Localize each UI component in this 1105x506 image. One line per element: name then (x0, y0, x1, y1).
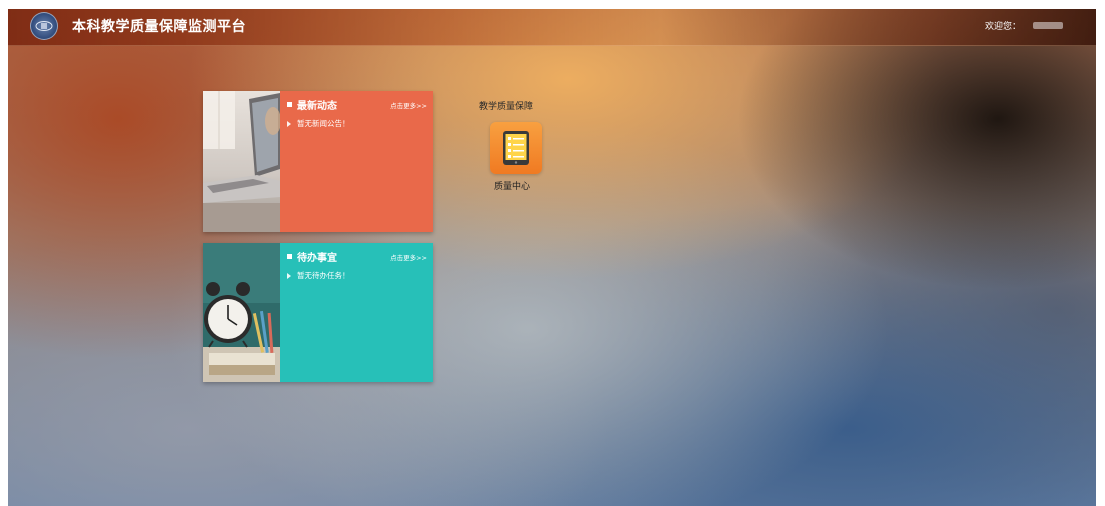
app-frame: 本科教学质量保障监测平台 欢迎您： 最新动态 点击更多>> 暂无新闻公告！ 待办… (8, 9, 1096, 506)
triangle-bullet-icon (287, 273, 291, 279)
university-logo-icon (30, 12, 58, 40)
news-card-body: 最新动态 点击更多>> 暂无新闻公告！ (280, 91, 433, 232)
app-title: 本科教学质量保障监测平台 (72, 19, 246, 35)
tablet-checklist-icon (503, 131, 529, 165)
news-more-link[interactable]: 点击更多>> (390, 100, 427, 110)
todo-card: 待办事宜 点击更多>> 暂无待办任务！ (203, 243, 433, 382)
welcome-label: 欢迎您： (985, 22, 1022, 32)
news-card-title: 最新动态 (297, 101, 337, 112)
top-header: 本科教学质量保障监测平台 欢迎您： (8, 9, 1096, 46)
square-bullet-icon (287, 102, 292, 107)
todo-empty-text: 暂无待办任务！ (297, 271, 350, 280)
quality-center-tile[interactable] (490, 122, 542, 174)
news-empty-text: 暂无新闻公告！ (297, 119, 350, 128)
laptop-photo (203, 91, 280, 232)
square-bullet-icon (287, 254, 292, 259)
todo-more-link[interactable]: 点击更多>> (390, 252, 427, 262)
quality-center-label[interactable]: 质量中心 (494, 179, 530, 192)
news-card: 最新动态 点击更多>> 暂无新闻公告！ (203, 91, 433, 232)
username-redacted (1033, 22, 1063, 29)
todo-card-body: 待办事宜 点击更多>> 暂无待办任务！ (280, 243, 433, 382)
todo-card-title: 待办事宜 (297, 253, 337, 264)
alarm-clock-photo (203, 243, 280, 382)
triangle-bullet-icon (287, 121, 291, 127)
section-label-quality-assurance: 教学质量保障 (479, 102, 534, 112)
